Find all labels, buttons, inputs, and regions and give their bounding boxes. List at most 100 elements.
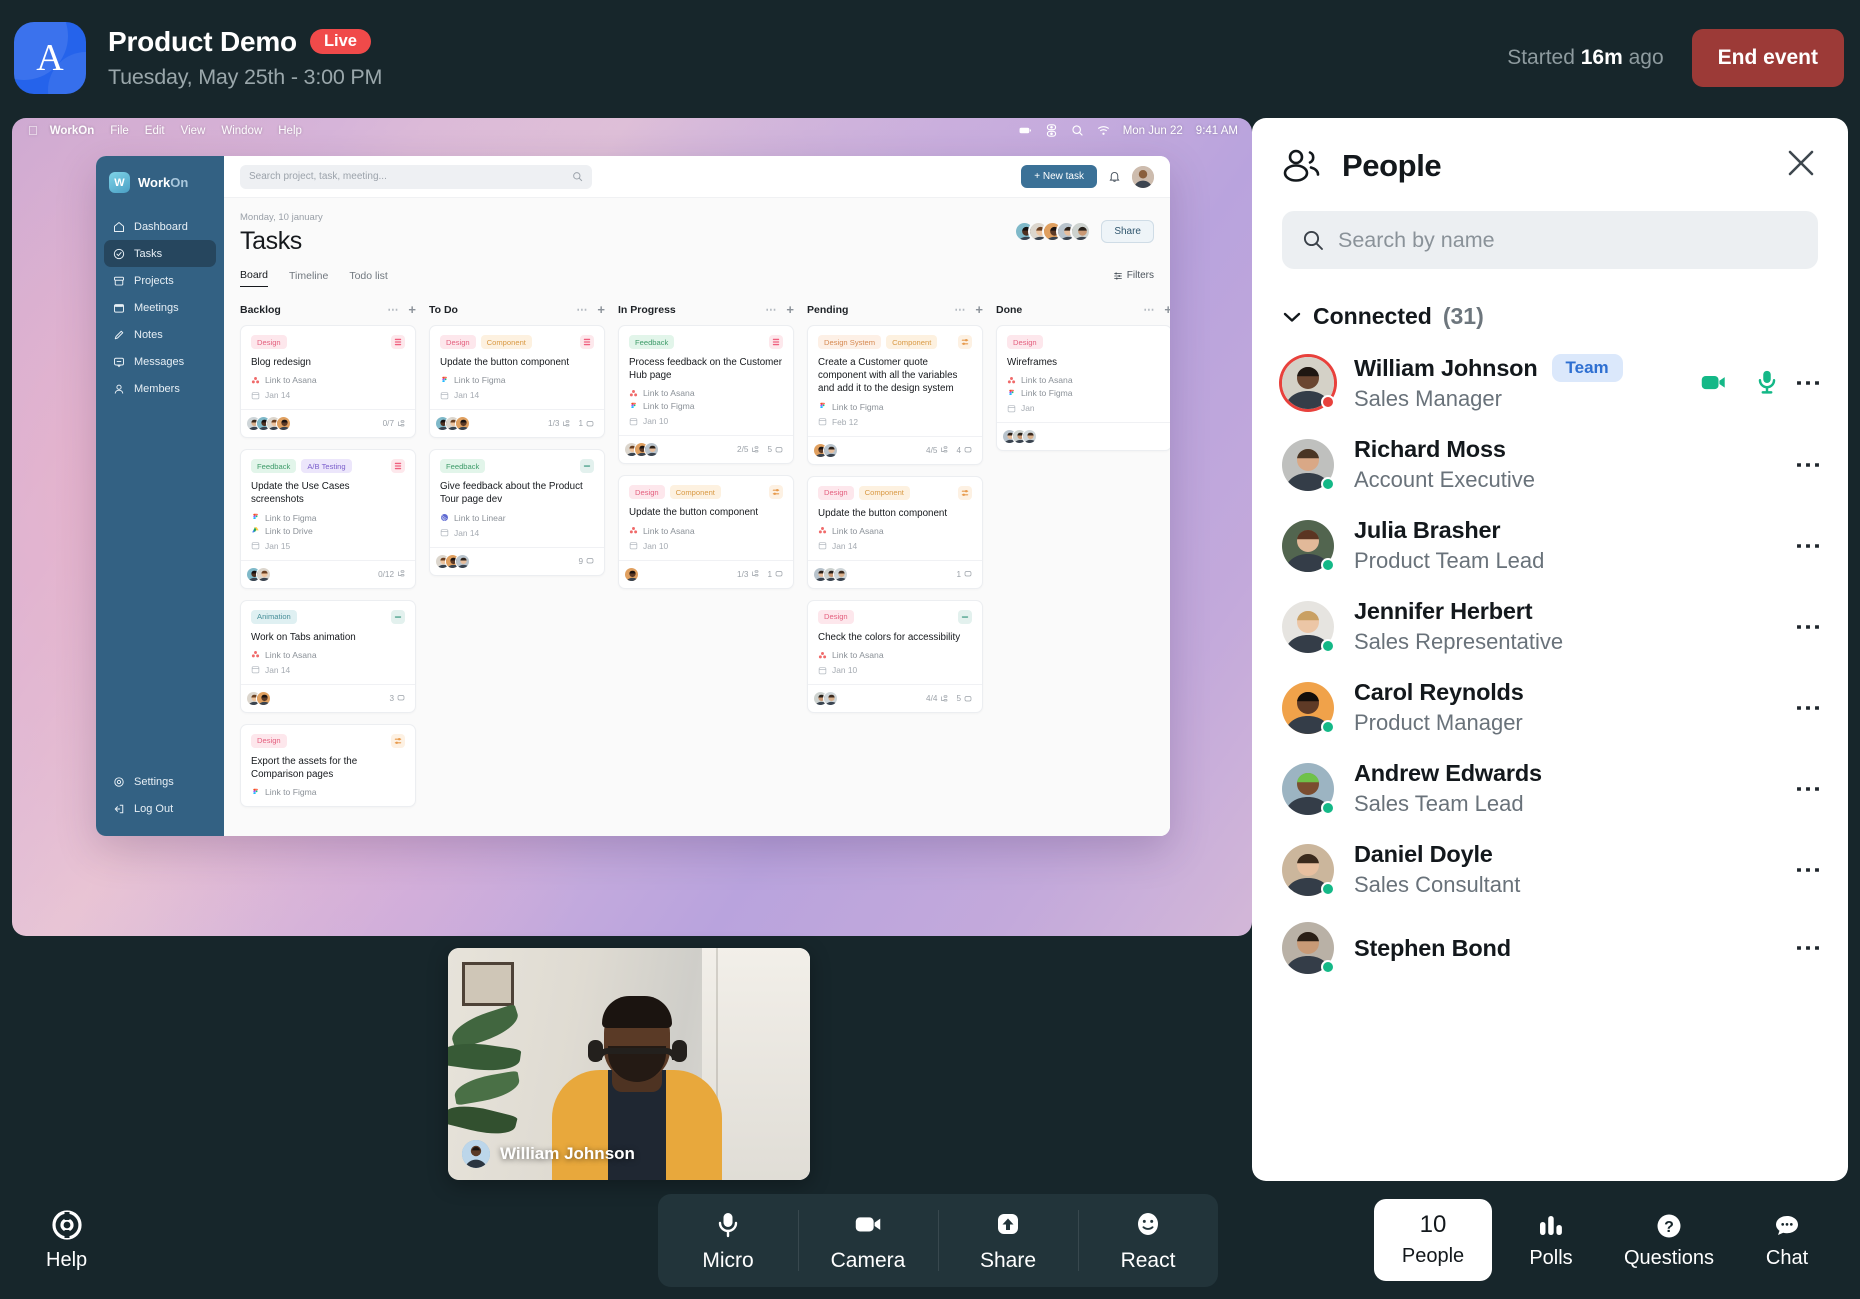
person-menu-icon[interactable]: ⋮ <box>1794 614 1824 640</box>
workon-share-button[interactable]: Share <box>1101 220 1154 243</box>
person-row[interactable]: Carol Reynolds Product Manager ⋮ <box>1276 667 1824 748</box>
people-search-box[interactable] <box>1282 211 1818 269</box>
self-video-tile[interactable]: William Johnson <box>448 948 810 1180</box>
tab-timeline[interactable]: Timeline <box>289 270 328 287</box>
connected-group-header[interactable]: Connected (31) <box>1252 269 1848 342</box>
sidebar-item-dashboard[interactable]: Dashboard <box>104 213 216 240</box>
card-link[interactable]: Link to Asana <box>629 526 783 536</box>
camera-button[interactable]: Camera <box>798 1198 938 1283</box>
add-card-icon[interactable]: + <box>786 303 794 316</box>
sidebar-item-settings[interactable]: Settings <box>104 768 216 795</box>
task-card[interactable]: Feedback A/B Testing Update the Use Cases … <box>240 449 416 589</box>
search-icon[interactable] <box>1071 124 1084 137</box>
menubar-item-help[interactable]: Help <box>278 125 302 137</box>
tab-people[interactable]: 10 People <box>1374 1199 1492 1281</box>
person-row[interactable]: Julia Brasher Product Team Lead ⋮ <box>1276 505 1824 586</box>
card-link[interactable]: Link to Linear <box>440 513 594 523</box>
task-card[interactable]: Design Component Update the button compone… <box>618 475 794 589</box>
column-menu-icon[interactable]: ⋯ <box>387 303 399 316</box>
person-menu-icon[interactable]: ⋮ <box>1794 776 1824 802</box>
wifi-icon[interactable] <box>1097 124 1110 137</box>
shared-screen-stage[interactable]:  WorkOn File Edit View Window Help Mon … <box>12 118 1252 936</box>
card-due-date: Jan 10 <box>629 541 783 551</box>
task-card[interactable]: Design System Component Create a Customer … <box>807 325 983 465</box>
task-card[interactable]: Feedback Process feedback on the Customer… <box>618 325 794 465</box>
tab-polls[interactable]: Polls <box>1492 1198 1610 1283</box>
person-row[interactable]: Jennifer Herbert Sales Representative ⋮ <box>1276 586 1824 667</box>
person-row[interactable]: Daniel Doyle Sales Consultant ⋮ <box>1276 829 1824 910</box>
person-menu-icon[interactable]: ⋮ <box>1794 935 1824 961</box>
card-link[interactable]: Link to Figma <box>440 375 594 385</box>
person-row[interactable]: William Johnson Team Sales Manager ⋮ <box>1276 342 1824 424</box>
tab-board[interactable]: Board <box>240 269 269 287</box>
menubar-item-edit[interactable]: Edit <box>145 125 165 137</box>
person-row[interactable]: Stephen Bond ⋮ <box>1276 910 1824 986</box>
card-link[interactable]: Link to Figma <box>629 401 783 411</box>
sidebar-item-messages[interactable]: Messages <box>104 348 216 375</box>
add-card-icon[interactable]: + <box>1164 303 1170 316</box>
tab-todo-list[interactable]: Todo list <box>349 270 388 287</box>
menubar-item-file[interactable]: File <box>110 125 129 137</box>
menubar-item-window[interactable]: Window <box>221 125 262 137</box>
sidebar-item-members[interactable]: Members <box>104 375 216 402</box>
workon-search-input[interactable]: Search project, task, meeting... <box>240 164 592 189</box>
card-link[interactable]: Link to Asana <box>629 388 783 398</box>
people-list[interactable]: William Johnson Team Sales Manager ⋮ Richard… <box>1252 342 1848 1142</box>
sidebar-item-meetings[interactable]: Meetings <box>104 294 216 321</box>
react-button[interactable]: React <box>1078 1198 1218 1283</box>
task-card[interactable]: Design Export the assets for the Comparis… <box>240 723 416 808</box>
tab-chat[interactable]: Chat <box>1728 1198 1846 1283</box>
card-link[interactable]: Link to Asana <box>1007 375 1161 385</box>
column-menu-icon[interactable]: ⋯ <box>954 303 966 316</box>
workon-app-window[interactable]: W WorkOn Dashboard Tasks Projects Meetings N… <box>96 156 1170 836</box>
share-button[interactable]: Share <box>938 1198 1078 1283</box>
workon-filters-button[interactable]: Filters <box>1113 270 1154 286</box>
bell-icon[interactable] <box>1108 170 1121 183</box>
add-card-icon[interactable]: + <box>975 303 983 316</box>
task-card[interactable]: Animation Work on Tabs animation Link to A… <box>240 599 416 713</box>
person-row[interactable]: Richard Moss Account Executive ⋮ <box>1276 424 1824 505</box>
people-search-input[interactable] <box>1338 227 1798 253</box>
card-link[interactable]: Link to Figma <box>251 787 405 797</box>
person-menu-icon[interactable]: ⋮ <box>1794 695 1824 721</box>
card-subtask-count: 2/5 <box>737 445 759 454</box>
person-menu-icon[interactable]: ⋮ <box>1794 370 1824 396</box>
card-link[interactable]: Link to Asana <box>251 650 405 660</box>
card-link[interactable]: Link to Figma <box>818 402 972 412</box>
task-card[interactable]: Design Component Update the button compone… <box>429 325 605 439</box>
task-card[interactable]: Design Blog redesign Link to Asana Jan 14 0/… <box>240 325 416 439</box>
person-menu-icon[interactable]: ⋮ <box>1794 533 1824 559</box>
card-link[interactable]: Link to Asana <box>251 375 405 385</box>
menubar-item-view[interactable]: View <box>181 125 206 137</box>
column-menu-icon[interactable]: ⋯ <box>576 303 588 316</box>
sidebar-item-projects[interactable]: Projects <box>104 267 216 294</box>
help-button[interactable]: Help <box>46 1208 87 1272</box>
task-card[interactable]: Feedback Give feedback about the Product … <box>429 449 605 576</box>
card-link[interactable]: Link to Asana <box>818 526 972 536</box>
task-card[interactable]: Design Check the colors for accessibility… <box>807 599 983 714</box>
add-card-icon[interactable]: + <box>597 303 605 316</box>
close-icon[interactable] <box>1784 146 1818 185</box>
end-event-button[interactable]: End event <box>1691 28 1844 87</box>
video-camera-icon[interactable] <box>1700 370 1730 396</box>
task-card[interactable]: Design Component Update the button compone… <box>807 475 983 589</box>
workon-user-avatar[interactable] <box>1132 165 1154 188</box>
task-card[interactable]: Design Wireframes Link to Asana Link to Fig… <box>996 325 1170 452</box>
person-menu-icon[interactable]: ⋮ <box>1794 857 1824 883</box>
column-menu-icon[interactable]: ⋯ <box>1143 303 1155 316</box>
micro-button[interactable]: Micro <box>658 1198 798 1283</box>
person-menu-icon[interactable]: ⋮ <box>1794 452 1824 478</box>
card-link[interactable]: Link to Figma <box>1007 388 1161 398</box>
add-card-icon[interactable]: + <box>408 303 416 316</box>
card-link[interactable]: Link to Figma <box>251 513 405 523</box>
card-link[interactable]: Link to Asana <box>818 650 972 660</box>
sidebar-item-tasks[interactable]: Tasks <box>104 240 216 267</box>
person-row[interactable]: Andrew Edwards Sales Team Lead ⋮ <box>1276 748 1824 829</box>
column-menu-icon[interactable]: ⋯ <box>765 303 777 316</box>
new-task-button[interactable]: + New task <box>1021 165 1097 188</box>
sidebar-item-log-out[interactable]: Log Out <box>104 795 216 822</box>
sidebar-item-notes[interactable]: Notes <box>104 321 216 348</box>
card-link[interactable]: Link to Drive <box>251 526 405 536</box>
tab-questions[interactable]: ? Questions <box>1610 1198 1728 1283</box>
microphone-icon[interactable] <box>1754 368 1780 398</box>
